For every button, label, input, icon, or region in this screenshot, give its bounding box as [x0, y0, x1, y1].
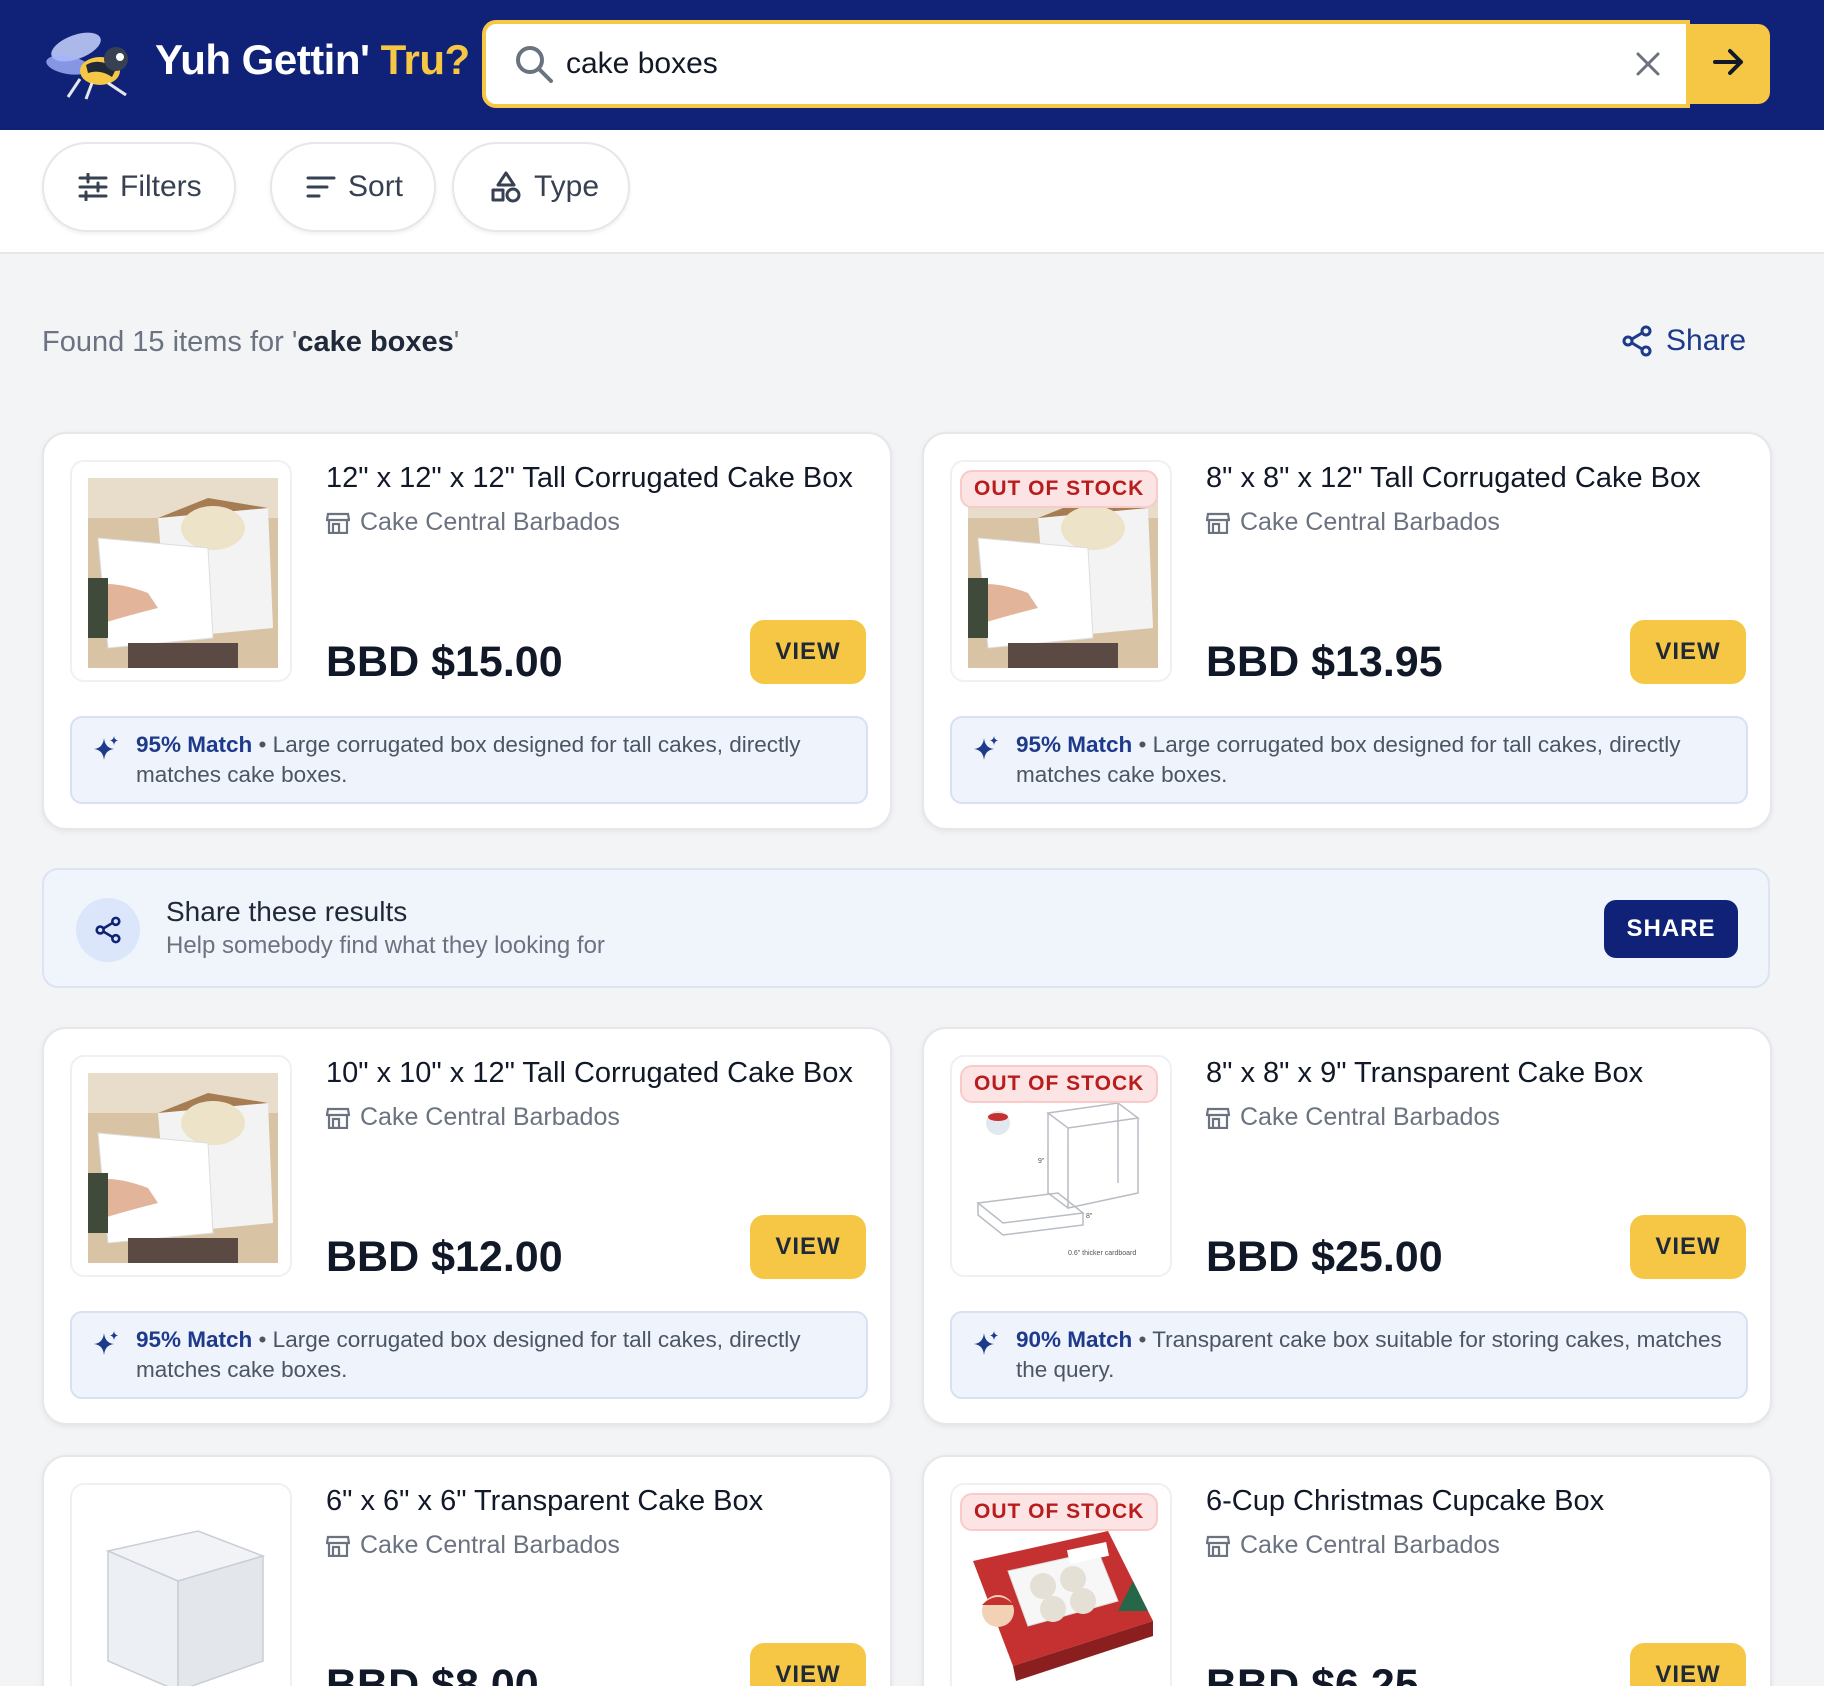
- filter-bar: Filters Sort Type: [0, 130, 1824, 254]
- view-button[interactable]: VIEW: [1630, 1643, 1746, 1686]
- match-reason: 95% Match • Large corrugated box designe…: [950, 716, 1748, 804]
- product-card[interactable]: OUT OF STOCK 6-Cup Christmas Cupcake Box…: [922, 1455, 1772, 1686]
- sparkle-icon: [974, 736, 998, 760]
- sort-button[interactable]: Sort: [270, 142, 436, 232]
- match-percent: 95% Match: [1016, 732, 1133, 757]
- out-of-stock-badge: OUT OF STOCK: [960, 1493, 1159, 1531]
- share-link-label: Share: [1666, 324, 1747, 357]
- store-label: Cake Central Barbados: [360, 508, 620, 536]
- product-card[interactable]: OUT OF STOCK 8" x 8" x 12" Tall Corrugat…: [922, 432, 1772, 830]
- product-title[interactable]: 6" x 6" x 6" Transparent Cake Box: [326, 1485, 763, 1518]
- filters-button[interactable]: Filters: [42, 142, 236, 232]
- product-image[interactable]: [70, 1055, 292, 1277]
- product-price: BBD $15.00: [326, 638, 563, 686]
- product-card[interactable]: 6" x 6" x 6" Transparent Cake Box Cake C…: [42, 1455, 892, 1686]
- product-image[interactable]: [70, 460, 292, 682]
- svg-text:9": 9": [1038, 1158, 1045, 1165]
- store-name: Cake Central Barbados: [1206, 1531, 1500, 1560]
- store-name: Cake Central Barbados: [1206, 508, 1500, 537]
- hornet-logo-icon[interactable]: [46, 25, 138, 101]
- search-bar: [482, 20, 1690, 108]
- found-prefix: Found 15 items for ': [42, 326, 298, 358]
- match-percent: 95% Match: [136, 1327, 253, 1352]
- share-icon: [76, 898, 140, 962]
- share-icon: [1622, 325, 1652, 357]
- storefront-icon: [1206, 512, 1230, 534]
- product-price: BBD $6.25: [1206, 1661, 1419, 1686]
- found-query: cake boxes: [297, 326, 454, 358]
- storefront-icon: [1206, 1535, 1230, 1557]
- brand-main-text: Yuh Gettin': [155, 36, 370, 83]
- product-card[interactable]: 12" x 12" x 12" Tall Corrugated Cake Box…: [42, 432, 892, 830]
- sliders-icon: [78, 173, 108, 201]
- brand-name[interactable]: Yuh Gettin' Tru?: [155, 36, 470, 84]
- store-name: Cake Central Barbados: [326, 508, 620, 537]
- search-icon: [514, 44, 554, 84]
- filters-label: Filters: [120, 170, 202, 203]
- store-name: Cake Central Barbados: [326, 1103, 620, 1132]
- storefront-icon: [1206, 1107, 1230, 1129]
- type-button[interactable]: Type: [452, 142, 630, 232]
- product-card[interactable]: OUT OF STOCK 9" 8" 0.6" thicker cardboar…: [922, 1027, 1772, 1425]
- view-button[interactable]: VIEW: [1630, 1215, 1746, 1279]
- share-banner: Share these results Help somebody find w…: [42, 868, 1770, 988]
- product-title[interactable]: 8" x 8" x 12" Tall Corrugated Cake Box: [1206, 462, 1701, 495]
- shapes-icon: [491, 171, 521, 203]
- match-reason: 95% Match • Large corrugated box designe…: [70, 716, 868, 804]
- brand-accent-text: Tru?: [380, 36, 471, 83]
- store-label: Cake Central Barbados: [1240, 508, 1500, 536]
- search-submit-button[interactable]: [1688, 24, 1770, 104]
- store-name: Cake Central Barbados: [1206, 1103, 1500, 1132]
- product-image[interactable]: [70, 1483, 292, 1686]
- storefront-icon: [326, 512, 350, 534]
- type-label: Type: [534, 170, 600, 203]
- store-label: Cake Central Barbados: [360, 1103, 620, 1131]
- banner-title: Share these results: [166, 896, 408, 927]
- product-image[interactable]: OUT OF STOCK 9" 8" 0.6" thicker cardboar…: [950, 1055, 1172, 1277]
- view-button[interactable]: VIEW: [750, 1215, 866, 1279]
- product-title[interactable]: 8" x 8" x 9" Transparent Cake Box: [1206, 1057, 1643, 1090]
- results-count: Found 15 items for 'cake boxes': [42, 326, 459, 359]
- search-input[interactable]: [566, 38, 1566, 90]
- sort-lines-icon: [306, 176, 336, 198]
- found-suffix: ': [453, 326, 460, 358]
- view-button[interactable]: VIEW: [750, 1643, 866, 1686]
- arrow-right-icon: [1713, 48, 1745, 81]
- match-percent: 90% Match: [1016, 1327, 1133, 1352]
- match-reason: 95% Match • Large corrugated box designe…: [70, 1311, 868, 1399]
- top-header: Yuh Gettin' Tru?: [0, 0, 1824, 130]
- match-reason: 90% Match • Transparent cake box suitabl…: [950, 1311, 1748, 1399]
- product-image[interactable]: OUT OF STOCK: [950, 1483, 1172, 1686]
- close-icon[interactable]: [1626, 42, 1670, 86]
- product-price: BBD $8.00: [326, 1661, 539, 1686]
- product-title[interactable]: 12" x 12" x 12" Tall Corrugated Cake Box: [326, 462, 853, 495]
- match-percent: 95% Match: [136, 732, 253, 757]
- share-results-link[interactable]: Share: [1622, 324, 1746, 358]
- storefront-icon: [326, 1535, 350, 1557]
- storefront-icon: [326, 1107, 350, 1129]
- sparkle-icon: [94, 736, 118, 760]
- svg-text:8": 8": [1086, 1213, 1093, 1220]
- store-label: Cake Central Barbados: [1240, 1103, 1500, 1131]
- view-button[interactable]: VIEW: [1630, 620, 1746, 684]
- share-button[interactable]: SHARE: [1604, 900, 1738, 958]
- out-of-stock-badge: OUT OF STOCK: [960, 470, 1159, 508]
- product-title[interactable]: 6-Cup Christmas Cupcake Box: [1206, 1485, 1604, 1518]
- store-name: Cake Central Barbados: [326, 1531, 620, 1560]
- out-of-stock-badge: OUT OF STOCK: [960, 1065, 1159, 1103]
- sparkle-icon: [94, 1331, 118, 1355]
- store-label: Cake Central Barbados: [360, 1531, 620, 1559]
- banner-subtitle: Help somebody find what they looking for: [166, 932, 605, 959]
- product-price: BBD $12.00: [326, 1233, 563, 1281]
- product-price: BBD $25.00: [1206, 1233, 1443, 1281]
- product-price: BBD $13.95: [1206, 638, 1443, 686]
- product-title[interactable]: 10" x 10" x 12" Tall Corrugated Cake Box: [326, 1057, 853, 1090]
- store-label: Cake Central Barbados: [1240, 1531, 1500, 1559]
- product-image[interactable]: OUT OF STOCK: [950, 460, 1172, 682]
- sparkle-icon: [974, 1331, 998, 1355]
- svg-text:0.6" thicker cardboard: 0.6" thicker cardboard: [1068, 1250, 1136, 1257]
- sort-label: Sort: [348, 170, 404, 203]
- view-button[interactable]: VIEW: [750, 620, 866, 684]
- product-card[interactable]: 10" x 10" x 12" Tall Corrugated Cake Box…: [42, 1027, 892, 1425]
